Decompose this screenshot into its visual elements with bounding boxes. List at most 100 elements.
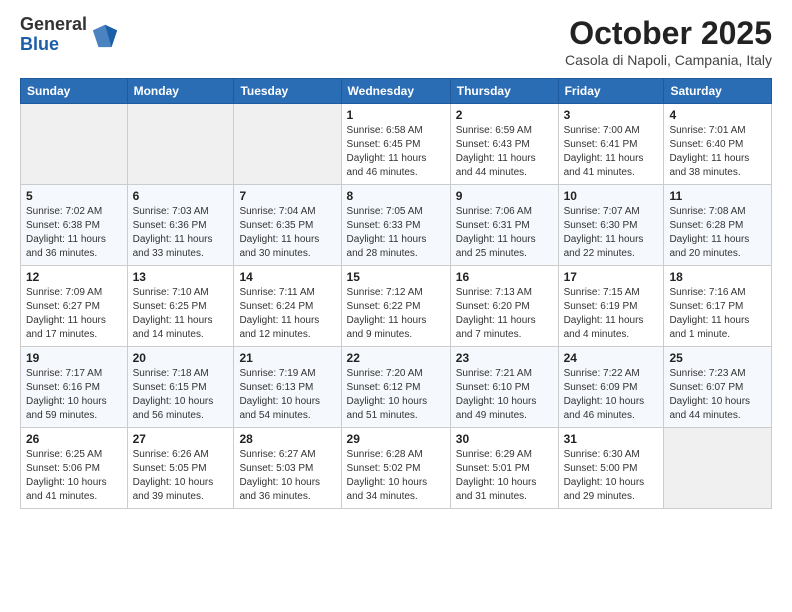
day-info: Sunrise: 7:11 AM Sunset: 6:24 PM Dayligh… — [239, 286, 335, 342]
day-number: 16 — [456, 270, 553, 284]
day-number: 10 — [564, 189, 659, 203]
day-info: Sunrise: 6:58 AM Sunset: 6:45 PM Dayligh… — [347, 124, 445, 180]
calendar-cell — [234, 104, 341, 185]
day-info: Sunrise: 7:20 AM Sunset: 6:12 PM Dayligh… — [347, 367, 445, 423]
day-number: 21 — [239, 351, 335, 365]
day-info: Sunrise: 6:30 AM Sunset: 5:00 PM Dayligh… — [564, 448, 659, 504]
day-info: Sunrise: 7:05 AM Sunset: 6:33 PM Dayligh… — [347, 205, 445, 261]
calendar-cell: 5 Sunrise: 7:02 AM Sunset: 6:38 PM Daylig… — [21, 185, 128, 266]
calendar-cell — [21, 104, 128, 185]
day-number: 6 — [133, 189, 229, 203]
day-number: 4 — [669, 108, 766, 122]
day-number: 23 — [456, 351, 553, 365]
day-number: 3 — [564, 108, 659, 122]
day-number: 8 — [347, 189, 445, 203]
day-info: Sunrise: 7:15 AM Sunset: 6:19 PM Dayligh… — [564, 286, 659, 342]
calendar-cell: 7Sunrise: 7:04 AM Sunset: 6:35 PM Daylig… — [234, 185, 341, 266]
month-title: October 2025 — [565, 15, 772, 52]
weekday-header: Tuesday — [234, 79, 341, 104]
calendar-cell: 20 Sunrise: 7:18 AM Sunset: 6:15 PM Dayli… — [127, 347, 234, 428]
calendar-cell: 25 Sunrise: 7:23 AM Sunset: 6:07 PM Dayli… — [664, 347, 772, 428]
calendar-cell: 15 Sunrise: 7:12 AM Sunset: 6:22 PM Dayli… — [341, 266, 450, 347]
day-info: Sunrise: 7:16 AM Sunset: 6:17 PM Dayligh… — [669, 286, 766, 342]
day-info: Sunrise: 7:19 AM Sunset: 6:13 PM Dayligh… — [239, 367, 335, 423]
calendar-cell: 3 Sunrise: 7:00 AM Sunset: 6:41 PM Daylig… — [558, 104, 664, 185]
calendar-cell: 17Sunrise: 7:15 AM Sunset: 6:19 PM Dayli… — [558, 266, 664, 347]
calendar-cell: 13 Sunrise: 7:10 AM Sunset: 6:25 PM Dayli… — [127, 266, 234, 347]
calendar-cell: 21 Sunrise: 7:19 AM Sunset: 6:13 PM Dayli… — [234, 347, 341, 428]
day-info: Sunrise: 6:27 AM Sunset: 5:03 PM Dayligh… — [239, 448, 335, 504]
day-number: 28 — [239, 432, 335, 446]
day-info: Sunrise: 7:04 AM Sunset: 6:35 PM Dayligh… — [239, 205, 335, 261]
calendar-header-row: SundayMondayTuesdayWednesdayThursdayFrid… — [21, 79, 772, 104]
calendar-cell: 24 Sunrise: 7:22 AM Sunset: 6:09 PM Dayli… — [558, 347, 664, 428]
day-number: 26 — [26, 432, 122, 446]
day-info: Sunrise: 6:26 AM Sunset: 5:05 PM Dayligh… — [133, 448, 229, 504]
calendar-cell — [127, 104, 234, 185]
day-info: Sunrise: 7:18 AM Sunset: 6:15 PM Dayligh… — [133, 367, 229, 423]
weekday-header: Wednesday — [341, 79, 450, 104]
page: General Blue October 2025 Casola di Napo… — [0, 0, 792, 612]
day-number: 30 — [456, 432, 553, 446]
day-info: Sunrise: 7:09 AM Sunset: 6:27 PM Dayligh… — [26, 286, 122, 342]
location: Casola di Napoli, Campania, Italy — [565, 52, 772, 68]
day-info: Sunrise: 7:02 AM Sunset: 6:38 PM Dayligh… — [26, 205, 122, 261]
calendar-cell: 2Sunrise: 6:59 AM Sunset: 6:43 PM Daylig… — [450, 104, 558, 185]
logo-blue-text: Blue — [20, 35, 87, 55]
calendar-cell: 16 Sunrise: 7:13 AM Sunset: 6:20 PM Dayli… — [450, 266, 558, 347]
calendar-cell: 12 Sunrise: 7:09 AM Sunset: 6:27 PM Dayli… — [21, 266, 128, 347]
calendar-cell: 30 Sunrise: 6:29 AM Sunset: 5:01 PM Dayli… — [450, 428, 558, 509]
calendar-week-row: 26Sunrise: 6:25 AM Sunset: 5:06 PM Dayli… — [21, 428, 772, 509]
calendar-week-row: 5 Sunrise: 7:02 AM Sunset: 6:38 PM Daylig… — [21, 185, 772, 266]
logo-general-text: General — [20, 15, 87, 35]
weekday-header: Saturday — [664, 79, 772, 104]
day-info: Sunrise: 7:03 AM Sunset: 6:36 PM Dayligh… — [133, 205, 229, 261]
header: General Blue October 2025 Casola di Napo… — [20, 15, 772, 68]
weekday-header: Monday — [127, 79, 234, 104]
weekday-header: Friday — [558, 79, 664, 104]
calendar-cell: 29Sunrise: 6:28 AM Sunset: 5:02 PM Dayli… — [341, 428, 450, 509]
day-number: 13 — [133, 270, 229, 284]
calendar-table: SundayMondayTuesdayWednesdayThursdayFrid… — [20, 78, 772, 509]
calendar-cell: 11 Sunrise: 7:08 AM Sunset: 6:28 PM Dayli… — [664, 185, 772, 266]
calendar-cell: 27 Sunrise: 6:26 AM Sunset: 5:05 PM Dayli… — [127, 428, 234, 509]
logo-icon — [91, 21, 119, 49]
day-info: Sunrise: 6:59 AM Sunset: 6:43 PM Dayligh… — [456, 124, 553, 180]
day-number: 14 — [239, 270, 335, 284]
day-info: Sunrise: 6:29 AM Sunset: 5:01 PM Dayligh… — [456, 448, 553, 504]
day-info: Sunrise: 7:22 AM Sunset: 6:09 PM Dayligh… — [564, 367, 659, 423]
day-number: 20 — [133, 351, 229, 365]
calendar-cell: 4 Sunrise: 7:01 AM Sunset: 6:40 PM Daylig… — [664, 104, 772, 185]
day-number: 15 — [347, 270, 445, 284]
day-info: Sunrise: 6:28 AM Sunset: 5:02 PM Dayligh… — [347, 448, 445, 504]
day-number: 11 — [669, 189, 766, 203]
day-info: Sunrise: 7:23 AM Sunset: 6:07 PM Dayligh… — [669, 367, 766, 423]
calendar-cell: 10 Sunrise: 7:07 AM Sunset: 6:30 PM Dayli… — [558, 185, 664, 266]
calendar-cell: 8 Sunrise: 7:05 AM Sunset: 6:33 PM Daylig… — [341, 185, 450, 266]
day-info: Sunrise: 7:10 AM Sunset: 6:25 PM Dayligh… — [133, 286, 229, 342]
day-number: 1 — [347, 108, 445, 122]
day-number: 22 — [347, 351, 445, 365]
day-number: 25 — [669, 351, 766, 365]
calendar-week-row: 12 Sunrise: 7:09 AM Sunset: 6:27 PM Dayli… — [21, 266, 772, 347]
weekday-header: Sunday — [21, 79, 128, 104]
day-info: Sunrise: 7:01 AM Sunset: 6:40 PM Dayligh… — [669, 124, 766, 180]
calendar-cell: 26Sunrise: 6:25 AM Sunset: 5:06 PM Dayli… — [21, 428, 128, 509]
day-number: 31 — [564, 432, 659, 446]
day-info: Sunrise: 7:12 AM Sunset: 6:22 PM Dayligh… — [347, 286, 445, 342]
day-info: Sunrise: 7:08 AM Sunset: 6:28 PM Dayligh… — [669, 205, 766, 261]
calendar-cell: 14 Sunrise: 7:11 AM Sunset: 6:24 PM Dayli… — [234, 266, 341, 347]
day-info: Sunrise: 7:13 AM Sunset: 6:20 PM Dayligh… — [456, 286, 553, 342]
calendar-week-row: 19Sunrise: 7:17 AM Sunset: 6:16 PM Dayli… — [21, 347, 772, 428]
day-number: 12 — [26, 270, 122, 284]
day-info: Sunrise: 7:00 AM Sunset: 6:41 PM Dayligh… — [564, 124, 659, 180]
day-number: 27 — [133, 432, 229, 446]
day-number: 24 — [564, 351, 659, 365]
day-info: Sunrise: 7:07 AM Sunset: 6:30 PM Dayligh… — [564, 205, 659, 261]
day-number: 5 — [26, 189, 122, 203]
day-info: Sunrise: 7:06 AM Sunset: 6:31 PM Dayligh… — [456, 205, 553, 261]
calendar-cell: 23Sunrise: 7:21 AM Sunset: 6:10 PM Dayli… — [450, 347, 558, 428]
day-number: 18 — [669, 270, 766, 284]
calendar-week-row: 1 Sunrise: 6:58 AM Sunset: 6:45 PM Daylig… — [21, 104, 772, 185]
calendar-cell: 1 Sunrise: 6:58 AM Sunset: 6:45 PM Daylig… — [341, 104, 450, 185]
